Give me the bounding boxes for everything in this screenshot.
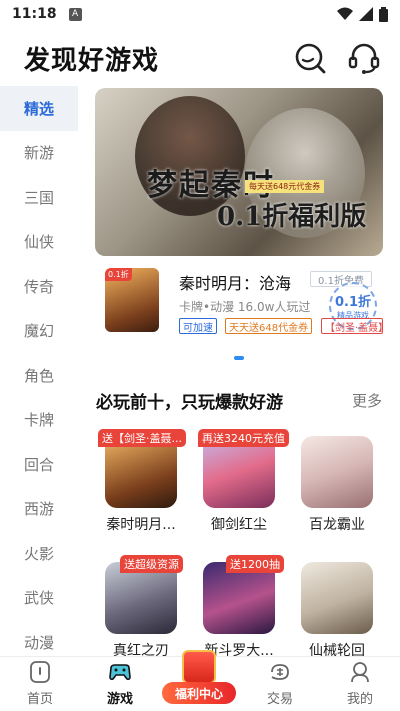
tag-gift: 【剑圣·盖聂】 [321,318,383,334]
category-sidebar: 精选 新游 三国 仙侠 传奇 魔幻 角色 卡牌 回合 西游 火影 武侠 动漫 [0,86,78,656]
tag-voucher: 天天送648代金券 [225,318,313,334]
welfare-center-label: 福利中心 [162,682,236,704]
game-name: 秦时明月：沧海 [179,274,292,293]
profile-icon [351,662,369,683]
carousel-dot-active [234,356,244,360]
banner-tag: 每天送648元代金券 [245,180,325,193]
sidebar-item-journey-west[interactable]: 西游 [0,487,78,532]
grid-game-5[interactable]: 送1200抽 新斗罗大... [198,555,284,656]
nav-home-label: 首页 [26,692,53,707]
sidebar-item-featured[interactable]: 精选 [0,86,78,131]
nav-games[interactable]: 游戏 [80,657,160,711]
nav-trade-label: 交易 [266,692,293,707]
promo-ribbon: 送超级资源 [120,555,183,573]
sidebar-item-xianxia[interactable]: 仙侠 [0,220,78,265]
trade-icon [271,664,289,680]
grid-game-1[interactable]: 送【剑圣·盖聂... 秦时明月... [98,429,186,534]
page-title: 发现好游戏 [24,45,160,76]
banner-subtitle: 0.1折福利版 [217,202,367,232]
sidebar-item-card[interactable]: 卡牌 [0,398,78,443]
grid-game-6[interactable]: 仙械轮回 [296,562,378,656]
sidebar-item-three-kingdoms[interactable]: 三国 [0,175,78,220]
game-name: 秦时明月... [106,517,176,533]
section-title: 必玩前十，只玩爆款好游 [96,393,283,413]
signal-icon [359,7,373,21]
promo-ribbon: 送【剑圣·盖聂... [98,429,186,447]
promo-banner[interactable]: 梦起秦时 每天送648元代金券 0.1折福利版 [95,88,383,256]
grid-game-4[interactable]: 送超级资源 真红之刃 [100,555,183,656]
carousel-indicator [234,356,244,360]
nav-profile-label: 我的 [346,692,373,707]
game-icon: 0.1折 [105,268,159,332]
battery-icon [379,6,388,22]
sidebar-item-wuxia[interactable]: 武侠 [0,576,78,621]
sidebar-item-naruto[interactable]: 火影 [0,531,78,576]
gamepad-icon [109,664,131,681]
headset-icon[interactable] [348,42,380,74]
grid-game-2[interactable]: 再送3240元充值 御剑红尘 [198,429,289,534]
game-name: 仙械轮回 [309,643,365,656]
sidebar-item-fantasy[interactable]: 魔幻 [0,309,78,354]
more-link[interactable]: 更多 [352,390,382,411]
nav-trade[interactable]: 交易 [240,657,320,711]
status-time: 11:18 [12,6,57,22]
game-name: 百龙霸业 [309,517,365,533]
promo-ribbon: 送1200抽 [226,555,284,573]
main-content: 梦起秦时 每天送648元代金券 0.1折福利版 0.1折 秦时明月：沧海 0.1… [78,86,400,656]
nav-games-label: 游戏 [106,692,133,707]
grid-game-3[interactable]: 百龙霸业 [296,436,378,534]
tag-accelerate: 可加速 [179,318,217,334]
notification-badge: A [68,7,82,21]
featured-game-card[interactable]: 0.1折 秦时明月：沧海 0.1折免费 卡牌•动漫 16.0w人玩过 0.1折 … [95,266,400,334]
sidebar-item-new[interactable]: 新游 [0,131,78,176]
wifi-icon [337,7,353,20]
status-icons [337,6,388,22]
promo-ribbon: 再送3240元充值 [198,429,289,447]
game-name: 御剑红尘 [211,517,267,533]
discount-badge: 0.1折 [105,268,132,281]
search-icon[interactable] [294,42,326,74]
game-meta: 卡牌•动漫 16.0w人玩过 [179,300,311,314]
nav-profile[interactable]: 我的 [320,657,400,711]
nav-home[interactable]: 首页 [0,657,80,711]
welfare-center-button[interactable]: 福利中心 [160,650,238,706]
red-envelope-icon [182,650,216,684]
game-icon [301,436,373,508]
game-icon [301,562,373,634]
sidebar-item-rpg[interactable]: 角色 [0,353,78,398]
header: 发现好游戏 [0,30,400,86]
sidebar-item-turn-based[interactable]: 回合 [0,442,78,487]
home-icon [30,661,50,683]
status-bar: 11:18 A [0,0,400,28]
sidebar-item-legend[interactable]: 传奇 [0,264,78,309]
